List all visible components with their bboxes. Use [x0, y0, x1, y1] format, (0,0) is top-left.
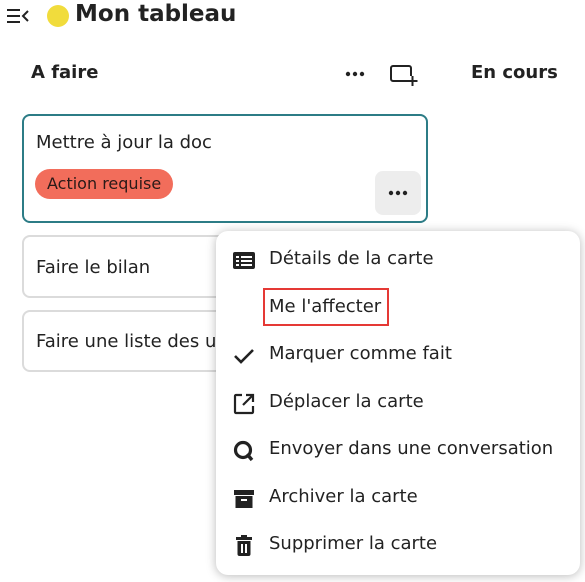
more-horizontal-icon[interactable] — [375, 171, 421, 215]
board-color-dot — [47, 5, 69, 27]
card-title: Faire le bilan — [36, 257, 151, 278]
column-more-icon[interactable] — [341, 64, 369, 84]
menu-item-label: Marquer comme fait — [269, 343, 452, 364]
menu-item-label: Déplacer la carte — [269, 391, 424, 412]
card-details-icon — [232, 249, 256, 273]
board-title: Mon tableau — [75, 1, 237, 27]
menu-item-mark-done[interactable]: Marquer comme fait — [216, 332, 580, 378]
card-mettre-a-jour-la-doc[interactable]: Mettre à jour la doc Action requise — [22, 114, 428, 223]
card-title: Mettre à jour la doc — [36, 132, 212, 153]
delete-icon — [232, 534, 256, 558]
talk-icon — [232, 439, 256, 463]
menu-item-label: Archiver la carte — [269, 486, 418, 507]
menu-item-archive-card[interactable]: Archiver la carte — [216, 475, 580, 521]
open-in-new-icon — [232, 392, 256, 416]
menu-item-card-details[interactable]: Détails de la carte — [216, 237, 580, 283]
label-badge: Action requise — [35, 169, 174, 199]
menu-collapse-icon[interactable] — [7, 7, 29, 25]
column-title-a-faire: A faire — [31, 62, 99, 83]
card-title: Faire une liste des u — [36, 331, 217, 352]
column-title-en-cours: En cours — [471, 62, 558, 83]
top-bar: Mon tableau — [0, 0, 585, 34]
check-icon — [232, 344, 256, 368]
menu-item-move-card[interactable]: Déplacer la carte — [216, 380, 580, 426]
archive-icon — [232, 487, 256, 511]
menu-item-delete-card[interactable]: Supprimer la carte — [216, 522, 580, 568]
menu-item-assign-to-me[interactable]: Me l'affecter — [216, 285, 580, 331]
add-card-icon[interactable] — [388, 63, 418, 87]
menu-item-label: Me l'affecter — [269, 296, 382, 317]
card-actions-menu: Détails de la carte Me l'affecter Marque… — [216, 231, 580, 575]
menu-item-label: Supprimer la carte — [269, 533, 438, 554]
menu-item-send-to-conversation[interactable]: Envoyer dans une conversation — [216, 427, 580, 473]
menu-item-label: Détails de la carte — [269, 248, 434, 269]
menu-item-label: Envoyer dans une conversation — [269, 438, 554, 459]
